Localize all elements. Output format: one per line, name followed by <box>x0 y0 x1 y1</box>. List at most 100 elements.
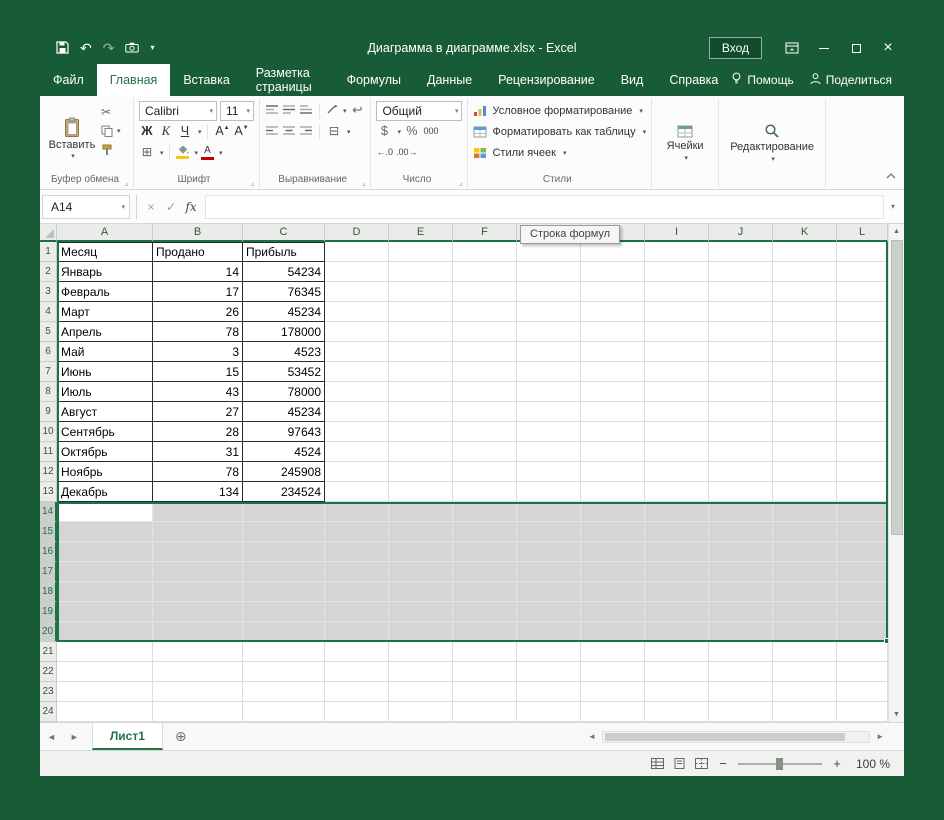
row-header-14[interactable]: 14 <box>40 502 57 522</box>
row-header-22[interactable]: 22 <box>40 662 57 682</box>
font-dialog-launcher-icon[interactable]: ⌟ <box>250 178 254 187</box>
cell-K8[interactable] <box>773 382 837 402</box>
cell-K2[interactable] <box>773 262 837 282</box>
cell-A24[interactable] <box>57 702 153 722</box>
cell-L11[interactable] <box>837 442 888 462</box>
cell-I19[interactable] <box>645 602 709 622</box>
cell-F4[interactable] <box>453 302 517 322</box>
cell-E22[interactable] <box>389 662 453 682</box>
normal-view-icon[interactable] <box>651 758 664 769</box>
column-header-B[interactable]: B <box>153 224 243 242</box>
cell-H18[interactable] <box>581 582 645 602</box>
cell-K12[interactable] <box>773 462 837 482</box>
cell-L5[interactable] <box>837 322 888 342</box>
scroll-up-icon[interactable]: ▲ <box>893 224 900 239</box>
cell-I12[interactable] <box>645 462 709 482</box>
conditional-formatting-button[interactable]: Условное форматирование ▾ <box>473 100 646 121</box>
sheet-nav-left-icon[interactable]: ◄ <box>40 723 63 750</box>
cell-A14[interactable] <box>57 502 153 522</box>
cell-E19[interactable] <box>389 602 453 622</box>
cell-G16[interactable] <box>517 542 581 562</box>
cell-H1[interactable] <box>581 242 645 262</box>
row-header-8[interactable]: 8 <box>40 382 57 402</box>
cell-B16[interactable] <box>153 542 243 562</box>
cell-J5[interactable] <box>709 322 773 342</box>
cell-styles-button[interactable]: Стили ячеек ▾ <box>473 142 646 163</box>
cell-E14[interactable] <box>389 502 453 522</box>
row-header-20[interactable]: 20 <box>40 622 57 642</box>
cell-C8[interactable]: 78000 <box>243 382 325 402</box>
cell-A1[interactable]: Месяц <box>57 242 153 262</box>
cell-I16[interactable] <box>645 542 709 562</box>
cell-H9[interactable] <box>581 402 645 422</box>
cell-A13[interactable]: Декабрь <box>57 482 153 502</box>
cell-A7[interactable]: Июнь <box>57 362 153 382</box>
cell-F12[interactable] <box>453 462 517 482</box>
cell-L20[interactable] <box>837 622 888 642</box>
cell-D18[interactable] <box>325 582 389 602</box>
cell-L10[interactable] <box>837 422 888 442</box>
cell-L14[interactable] <box>837 502 888 522</box>
column-header-D[interactable]: D <box>325 224 389 242</box>
cell-D1[interactable] <box>325 242 389 262</box>
cell-D17[interactable] <box>325 562 389 582</box>
cell-F7[interactable] <box>453 362 517 382</box>
cell-G22[interactable] <box>517 662 581 682</box>
scroll-right-icon[interactable]: ► <box>872 732 888 741</box>
cell-F10[interactable] <box>453 422 517 442</box>
cell-J10[interactable] <box>709 422 773 442</box>
cell-A9[interactable]: Август <box>57 402 153 422</box>
cell-C14[interactable] <box>243 502 325 522</box>
cell-H22[interactable] <box>581 662 645 682</box>
cell-B20[interactable] <box>153 622 243 642</box>
cell-H7[interactable] <box>581 362 645 382</box>
comma-style-button[interactable]: 000 <box>423 127 439 136</box>
cell-K5[interactable] <box>773 322 837 342</box>
cell-C17[interactable] <box>243 562 325 582</box>
row-header-1[interactable]: 1 <box>40 242 57 262</box>
cell-J8[interactable] <box>709 382 773 402</box>
decrease-decimal-button[interactable]: .00→ <box>396 148 418 157</box>
underline-dropdown-icon[interactable]: ▾ <box>198 128 202 136</box>
cell-G8[interactable] <box>517 382 581 402</box>
cell-I24[interactable] <box>645 702 709 722</box>
column-header-K[interactable]: K <box>773 224 837 242</box>
cell-C7[interactable]: 53452 <box>243 362 325 382</box>
cell-B1[interactable]: Продано <box>153 242 243 262</box>
cell-G9[interactable] <box>517 402 581 422</box>
column-header-C[interactable]: C <box>243 224 325 242</box>
align-right-icon[interactable] <box>299 123 313 141</box>
cell-H15[interactable] <box>581 522 645 542</box>
row-header-2[interactable]: 2 <box>40 262 57 282</box>
cell-L12[interactable] <box>837 462 888 482</box>
cell-D9[interactable] <box>325 402 389 422</box>
cell-E18[interactable] <box>389 582 453 602</box>
cell-B9[interactable]: 27 <box>153 402 243 422</box>
cell-C13[interactable]: 234524 <box>243 482 325 502</box>
cell-K14[interactable] <box>773 502 837 522</box>
cell-H11[interactable] <box>581 442 645 462</box>
cell-L9[interactable] <box>837 402 888 422</box>
cell-I14[interactable] <box>645 502 709 522</box>
cell-A5[interactable]: Апрель <box>57 322 153 342</box>
cell-G5[interactable] <box>517 322 581 342</box>
cell-B21[interactable] <box>153 642 243 662</box>
cell-K6[interactable] <box>773 342 837 362</box>
cell-L4[interactable] <box>837 302 888 322</box>
cell-I13[interactable] <box>645 482 709 502</box>
column-header-E[interactable]: E <box>389 224 453 242</box>
cell-C24[interactable] <box>243 702 325 722</box>
cell-L21[interactable] <box>837 642 888 662</box>
cell-K13[interactable] <box>773 482 837 502</box>
column-header-J[interactable]: J <box>709 224 773 242</box>
cell-K16[interactable] <box>773 542 837 562</box>
align-left-icon[interactable] <box>265 123 279 141</box>
cell-G6[interactable] <box>517 342 581 362</box>
cell-B22[interactable] <box>153 662 243 682</box>
page-layout-view-icon[interactable] <box>673 758 686 769</box>
cell-A2[interactable]: Январь <box>57 262 153 282</box>
cell-H2[interactable] <box>581 262 645 282</box>
cell-K22[interactable] <box>773 662 837 682</box>
cell-H16[interactable] <box>581 542 645 562</box>
cell-G17[interactable] <box>517 562 581 582</box>
